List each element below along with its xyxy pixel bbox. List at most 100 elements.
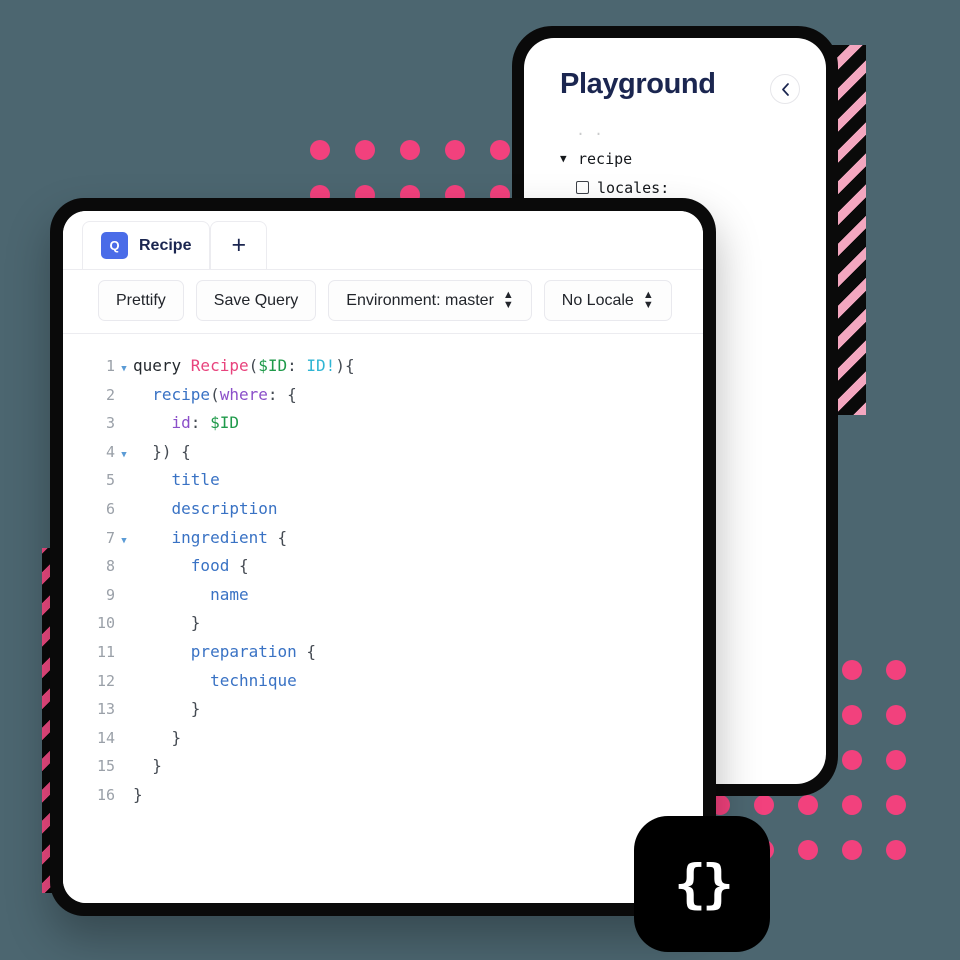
- code-token: technique: [210, 670, 297, 690]
- line-number: 2: [105, 385, 115, 404]
- decorative-dot: [842, 750, 862, 770]
- code-line[interactable]: 7 ▼ ingredient {: [63, 528, 703, 557]
- line-number: 9: [105, 585, 115, 604]
- code-token: }) {: [133, 441, 191, 461]
- tree-row[interactable]: ▼ recipe: [560, 144, 826, 173]
- line-number: 6: [105, 499, 115, 518]
- new-tab-button[interactable]: +: [210, 221, 268, 269]
- save-query-button[interactable]: Save Query: [195, 280, 317, 321]
- code-text: }: [133, 756, 162, 775]
- editor-toolbar: Prettify Save Query Environment: master ▲ ▼ N…: [63, 269, 703, 334]
- decorative-dot: [798, 795, 818, 815]
- line-number: 10: [96, 614, 115, 633]
- caret-down-icon[interactable]: ▼: [560, 152, 574, 165]
- code-token: food: [190, 556, 230, 576]
- select-stepper-icon: ▲ ▼: [642, 289, 654, 311]
- code-token: }: [133, 727, 182, 747]
- query-type-badge: Q: [101, 232, 128, 259]
- code-line[interactable]: 13 }: [63, 699, 703, 728]
- code-token: {: [267, 527, 288, 547]
- code-token: title: [171, 470, 220, 490]
- code-token: description: [171, 498, 278, 518]
- code-line[interactable]: 15 }: [63, 756, 703, 785]
- code-token: {: [296, 641, 317, 661]
- code-token: ingredient: [171, 527, 268, 547]
- toolbar-button-label: Environment: master: [346, 291, 494, 309]
- decorative-dot: [842, 795, 862, 815]
- line-number: 7: [105, 528, 115, 547]
- code-text: }: [133, 699, 201, 718]
- line-number: 16: [96, 785, 115, 804]
- editor-device-frame: Q Recipe + Prettify Save Query Environment: …: [50, 198, 716, 916]
- graphql-code-editor[interactable]: 1 ▼ query Recipe($ID: ID!){2 recipe(where:…: [63, 334, 703, 903]
- code-token: where: [219, 384, 268, 404]
- code-text: }: [133, 785, 143, 804]
- code-token: : {: [267, 384, 297, 404]
- back-button[interactable]: [770, 74, 800, 104]
- no-locale-button[interactable]: No Locale ▲ ▼: [543, 280, 672, 321]
- code-line[interactable]: 9 name: [63, 585, 703, 614]
- code-token: preparation: [190, 641, 297, 661]
- decorative-dot: [400, 140, 420, 160]
- code-line[interactable]: 4 ▼ }) {: [63, 442, 703, 471]
- chevron-left-icon: [781, 82, 789, 96]
- code-line[interactable]: 5 title: [63, 470, 703, 499]
- code-text: description: [133, 499, 278, 518]
- decorative-dot: [886, 840, 906, 860]
- code-text: preparation {: [133, 642, 316, 661]
- code-line[interactable]: 10 }: [63, 613, 703, 642]
- screenshot-stage: Playground . .▼recipelocales:stage: wtag…: [0, 0, 960, 960]
- graphql-braces-icon: {}: [634, 816, 770, 952]
- tree-row: . .: [576, 120, 604, 139]
- code-line[interactable]: 11 preparation {: [63, 642, 703, 671]
- code-text: name: [133, 585, 249, 604]
- code-line[interactable]: 1 ▼ query Recipe($ID: ID!){: [63, 356, 703, 385]
- code-line[interactable]: 6 description: [63, 499, 703, 528]
- code-token: ){: [335, 356, 355, 375]
- decorative-dot: [798, 840, 818, 860]
- decorative-dot: [355, 140, 375, 160]
- code-token: query: [133, 356, 191, 375]
- toolbar-button-label: Prettify: [116, 291, 166, 309]
- code-token: }: [133, 756, 162, 776]
- code-token: Recipe: [190, 356, 249, 375]
- code-token: id: [171, 413, 191, 433]
- code-line[interactable]: 2 recipe(where: {: [63, 385, 703, 414]
- decorative-dot: [445, 140, 465, 160]
- code-text: technique: [133, 671, 297, 690]
- fold-caret-icon[interactable]: ▼: [115, 364, 133, 374]
- code-text: }) {: [133, 442, 191, 461]
- code-line[interactable]: 3 id: $ID: [63, 413, 703, 442]
- editor-tab-strip: Q Recipe +: [63, 211, 703, 269]
- line-number: 11: [96, 642, 115, 661]
- code-token: (: [210, 384, 220, 404]
- line-number: 5: [105, 471, 115, 490]
- braces-glyph: {}: [674, 853, 734, 915]
- line-number: 15: [96, 757, 115, 776]
- code-token: name: [210, 584, 249, 604]
- tab-recipe[interactable]: Q Recipe: [82, 221, 211, 269]
- field-checkbox[interactable]: [576, 181, 589, 194]
- environment-master-button[interactable]: Environment: master ▲ ▼: [328, 280, 532, 321]
- tree-item-label: recipe: [578, 149, 633, 168]
- toolbar-button-label: No Locale: [561, 291, 634, 309]
- code-token: {: [229, 556, 249, 576]
- decorative-dot: [842, 705, 862, 725]
- code-line[interactable]: 12 technique: [63, 671, 703, 700]
- code-line[interactable]: 8 food {: [63, 556, 703, 585]
- code-token: (: [248, 356, 259, 375]
- fold-caret-icon[interactable]: ▼: [115, 450, 133, 460]
- code-line[interactable]: 16}: [63, 785, 703, 814]
- code-text: ingredient {: [133, 527, 288, 547]
- fold-caret-icon[interactable]: ▼: [115, 536, 133, 546]
- code-line[interactable]: 14 }: [63, 728, 703, 757]
- decorative-dot: [754, 795, 774, 815]
- prettify-button[interactable]: Prettify: [98, 280, 184, 321]
- decorative-dot: [842, 660, 862, 680]
- code-text: query Recipe($ID: ID!){: [133, 356, 355, 375]
